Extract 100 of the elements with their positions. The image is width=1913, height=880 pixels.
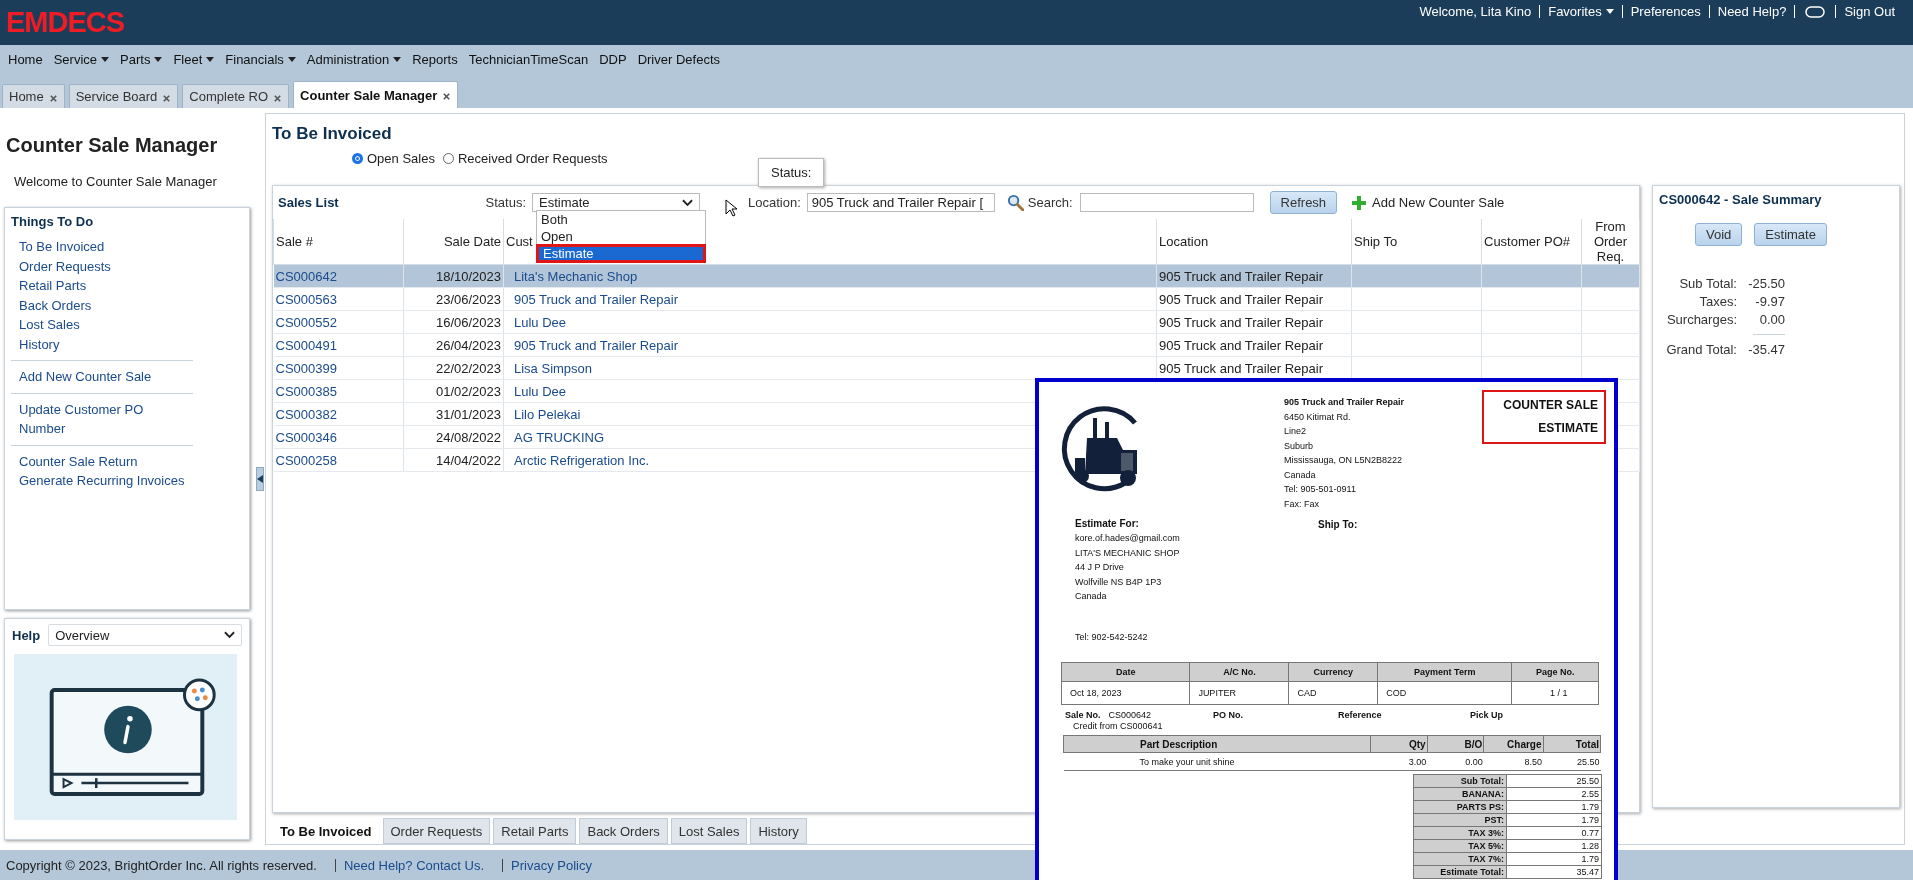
add-new-counter-sale-button[interactable]: Add New Counter Sale: [1351, 194, 1505, 211]
column-header: Charge: [1483, 735, 1543, 753]
table-cell: JUPITER: [1189, 681, 1289, 705]
sale-number-link[interactable]: CS000491: [275, 337, 337, 353]
column-header[interactable]: Sale Date: [403, 219, 504, 265]
sale-number-link[interactable]: CS000382: [275, 406, 337, 422]
sale-number-link[interactable]: CS000552: [275, 314, 337, 330]
favorites-menu[interactable]: Favorites: [1540, 4, 1622, 19]
panel-title: CS000642 - Sale Summary: [1659, 192, 1823, 207]
column-header[interactable]: Location: [1156, 219, 1352, 265]
tab[interactable]: Service Board: [68, 84, 179, 108]
chevron-icon[interactable]: [682, 198, 693, 207]
total-label: Taxes:: [1698, 294, 1738, 309]
close-icon[interactable]: [162, 93, 172, 103]
table-cell: 1 / 1: [1511, 681, 1599, 705]
dropdown-option[interactable]: Estimate: [537, 245, 705, 262]
mouse-cursor-icon: [725, 199, 737, 217]
table-row[interactable]: CS000552 16/06/2023 Lulu Dee 905 Truck and Trailer Repair: [273, 310, 1640, 334]
tab[interactable]: Complete RO: [182, 84, 290, 108]
close-icon[interactable]: [273, 93, 283, 103]
collapse-handle[interactable]: [256, 467, 264, 491]
customer-link[interactable]: Lulu Dee: [514, 383, 567, 399]
sidebar-link[interactable]: To Be Invoiced: [19, 237, 193, 257]
refresh-button[interactable]: Refresh: [1269, 191, 1338, 214]
customer-link[interactable]: Lita's Mechanic Shop: [514, 268, 638, 284]
sidebar-link[interactable]: Update Customer PO Number: [19, 399, 193, 439]
table-row[interactable]: CS000642 18/10/2023 Lita's Mechanic Shop 905 Truck and Trailer Repair: [273, 264, 1640, 288]
customer-link[interactable]: Lulu Dee: [514, 314, 567, 330]
summary-button[interactable]: Void: [1695, 223, 1743, 246]
customer-line: Wolfville NS B4P 1P3: [1075, 575, 1163, 589]
customer-link[interactable]: Arctic Refrigeration Inc.: [514, 452, 650, 468]
address-line: Mississauga, ON L5N2B8222: [1284, 454, 1404, 467]
search-field[interactable]: [1079, 193, 1254, 212]
sidebar-link[interactable]: Order Requests: [19, 256, 193, 276]
menu-item[interactable]: DDP: [599, 51, 627, 67]
customer-link[interactable]: AG TRUCKING: [514, 429, 605, 445]
total-value: 25.50: [1506, 774, 1602, 788]
section-title: To Be Invoiced: [272, 124, 393, 144]
sale-number-link[interactable]: CS000385: [275, 383, 337, 399]
sale-number-link[interactable]: CS000642: [275, 268, 337, 284]
total-label: Sub Total:: [1413, 774, 1507, 788]
table-cell: 16/06/2023: [435, 314, 501, 330]
table-row[interactable]: CS000491 26/04/2023 905 Truck and Trailer Repair 905 Truck and Trailer Repair: [273, 333, 1640, 357]
table-cell: COD: [1377, 681, 1512, 705]
close-icon[interactable]: [48, 93, 58, 103]
tab[interactable]: Order Requests: [382, 818, 491, 844]
total-value: 0.00: [1758, 312, 1785, 327]
dropdown-option[interactable]: Open: [537, 228, 705, 245]
chevron-icon[interactable]: [224, 631, 235, 639]
customer-link[interactable]: Lisa Simpson: [514, 360, 593, 376]
radio-button[interactable]: [352, 153, 363, 164]
search-icon[interactable]: [1006, 194, 1024, 211]
tab[interactable]: Counter Sale Manager: [293, 81, 459, 108]
header-link[interactable]: Need Help?: [1709, 4, 1795, 19]
close-icon[interactable]: [442, 92, 452, 101]
help-topic-select[interactable]: Overview: [48, 624, 242, 646]
sidebar-link[interactable]: Generate Recurring Invoices: [19, 471, 193, 491]
sale-number-link[interactable]: CS000346: [275, 429, 337, 445]
menu-item[interactable]: TechnicianTimeScan: [468, 51, 589, 67]
menu-item[interactable]: Reports: [412, 51, 458, 67]
header-link[interactable]: Sign Out: [1836, 4, 1903, 19]
sidebar-link[interactable]: Back Orders: [19, 295, 193, 315]
menu-item[interactable]: Administration: [306, 51, 402, 67]
sidebar-link[interactable]: Counter Sale Return: [19, 451, 193, 471]
column-header[interactable]: Ship To: [1351, 219, 1482, 265]
summary-button[interactable]: Estimate: [1754, 223, 1827, 246]
footer-link[interactable]: Privacy Policy: [511, 857, 592, 873]
menu-item[interactable]: Financials: [225, 51, 296, 67]
customer-link[interactable]: 905 Truck and Trailer Repair: [514, 291, 679, 307]
sidebar-link[interactable]: History: [19, 334, 193, 354]
tab[interactable]: Home: [2, 84, 65, 108]
radio-option[interactable]: Open Sales: [352, 151, 435, 166]
footer-link[interactable]: Need Help? Contact Us.: [343, 857, 485, 873]
table-row[interactable]: CS000563 23/06/2023 905 Truck and Trailer Repair 905 Truck and Trailer Repair: [273, 287, 1640, 311]
column-header: Total: [1543, 735, 1601, 753]
radio-button[interactable]: [442, 153, 454, 164]
sidebar-link[interactable]: Retail Parts: [19, 276, 193, 296]
menu-item[interactable]: Service: [53, 51, 110, 67]
tab[interactable]: Lost Sales: [670, 818, 748, 844]
column-header[interactable]: From Order Req.: [1581, 219, 1640, 265]
menu-item[interactable]: Parts: [120, 51, 163, 67]
column-header[interactable]: Customer PO#: [1481, 219, 1582, 265]
header-link[interactable]: Preferences: [1622, 4, 1709, 19]
menu-item[interactable]: Home: [8, 51, 43, 67]
status-label: Status:: [484, 195, 526, 210]
toggle-icon[interactable]: [1805, 5, 1826, 18]
location-field[interactable]: 905 Truck and Trailer Repair [: [806, 193, 995, 212]
menu-item[interactable]: Driver Defects: [637, 51, 720, 67]
sidebar-link[interactable]: Lost Sales: [19, 315, 193, 335]
sale-number-link[interactable]: CS000399: [275, 360, 337, 376]
sale-number-link[interactable]: CS000563: [275, 291, 337, 307]
tab[interactable]: Back Orders: [579, 818, 668, 844]
tab[interactable]: Retail Parts: [493, 818, 577, 844]
customer-link[interactable]: Lilo Pelekai: [514, 406, 581, 422]
tab[interactable]: History: [750, 818, 807, 844]
sidebar-link[interactable]: Add New Counter Sale: [19, 367, 193, 387]
menu-item[interactable]: Fleet: [173, 51, 215, 67]
customer-link[interactable]: 905 Truck and Trailer Repair: [514, 337, 679, 353]
sale-number-link[interactable]: CS000258: [275, 452, 337, 468]
column-header[interactable]: Sale #: [273, 219, 404, 265]
